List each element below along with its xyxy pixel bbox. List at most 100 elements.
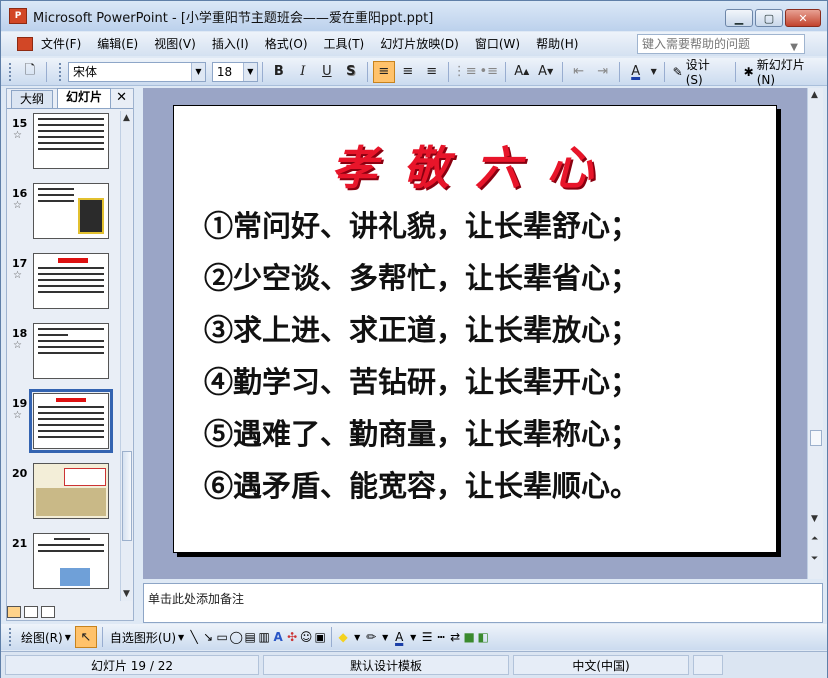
scrollbar-thumb[interactable] <box>810 430 822 446</box>
toolbar-grip[interactable] <box>9 628 15 646</box>
3d-style-icon[interactable]: ◧ <box>476 630 490 644</box>
line-color-icon[interactable]: ✏ <box>364 630 378 644</box>
slide-thumbnail[interactable] <box>33 323 109 379</box>
oval-icon[interactable]: ◯ <box>229 630 243 644</box>
design-template[interactable]: 默认设计模板 <box>263 655 509 675</box>
slide-thumbnail-row[interactable]: 17 ☆ <box>7 251 119 311</box>
scroll-down-icon[interactable]: ▼ <box>123 589 130 599</box>
normal-view-icon[interactable] <box>7 606 21 618</box>
align-center-icon[interactable]: ≡ <box>397 61 419 83</box>
font-color-icon[interactable]: A <box>625 61 647 83</box>
slides-pane-scrollbar[interactable]: ▲ ▼ <box>120 111 132 601</box>
previous-slide-icon[interactable]: ⏶ <box>811 534 818 544</box>
align-right-icon[interactable]: ≡ <box>421 61 443 83</box>
design-button[interactable]: ✎ 设计(S) <box>669 56 731 87</box>
powerpoint-app-icon[interactable]: P <box>9 8 27 24</box>
slide-thumbnail-row[interactable]: 20 <box>7 461 119 521</box>
chevron-down-icon[interactable]: ▼ <box>649 61 659 83</box>
tab-slides[interactable]: 幻灯片 <box>57 88 112 108</box>
draw-menu-button[interactable]: 绘图(R) ▼ <box>21 629 71 646</box>
document-icon[interactable] <box>17 37 33 51</box>
scroll-up-icon[interactable]: ▲ <box>123 113 130 123</box>
slide-thumbnail[interactable] <box>33 533 109 589</box>
increase-font-icon[interactable]: A ▲ <box>511 61 533 83</box>
menu-edit[interactable]: 编辑(E) <box>89 32 146 56</box>
autoshapes-button[interactable]: 自选图形(U) ▼ <box>110 629 184 646</box>
toolbar-grip[interactable] <box>58 62 65 81</box>
font-size-select[interactable]: 18 ▼ <box>211 61 258 82</box>
line-style-icon[interactable]: ☰ <box>420 630 434 644</box>
chevron-down-icon[interactable]: ▼ <box>242 62 257 81</box>
menu-file[interactable]: 文件(F) <box>33 32 89 56</box>
select-objects-icon[interactable]: ↖ <box>74 626 97 648</box>
next-slide-icon[interactable]: ⏷ <box>811 554 818 564</box>
clipart-icon[interactable]: ☺ <box>299 630 313 644</box>
maximize-button[interactable]: ▢ <box>755 9 783 27</box>
menu-slideshow[interactable]: 幻灯片放映(D) <box>372 32 467 56</box>
line-icon[interactable]: ╲ <box>187 630 201 644</box>
slide-thumbnail-selected[interactable] <box>29 389 113 453</box>
chevron-down-icon[interactable]: ▼ <box>378 630 392 644</box>
slide-body[interactable]: ①常问好、讲礼貌，让长辈舒心； ②少空谈、多帮忙，让长辈省心； ③求上进、求正道… <box>204 200 764 512</box>
menu-tools[interactable]: 工具(T) <box>316 32 373 56</box>
font-name-select[interactable]: 宋体 ▼ <box>67 61 206 82</box>
chevron-down-icon[interactable]: ▼ <box>790 39 798 57</box>
menu-insert[interactable]: 插入(I) <box>204 32 257 56</box>
italic-button[interactable]: I <box>292 61 314 83</box>
slide-thumbnail[interactable] <box>33 113 109 169</box>
align-left-icon[interactable]: ≡ <box>372 60 395 83</box>
slide-thumbnail-row[interactable]: 21 <box>7 531 119 591</box>
new-slide-button[interactable]: ✱ 新幻灯片(N) <box>740 56 827 87</box>
chevron-down-icon[interactable]: ▼ <box>190 62 205 81</box>
slide-thumbnail[interactable] <box>33 463 109 519</box>
diagram-icon[interactable]: ✣ <box>285 630 299 644</box>
arrow-icon[interactable]: ↘ <box>201 630 215 644</box>
close-icon[interactable]: ✕ <box>116 90 127 105</box>
chevron-down-icon[interactable]: ▼ <box>350 630 364 644</box>
font-color-icon[interactable]: A <box>392 630 406 644</box>
slide-title[interactable]: 孝敬六心 <box>174 132 776 198</box>
dash-style-icon[interactable]: ┅ <box>434 630 448 644</box>
current-slide[interactable]: 孝敬六心 ①常问好、讲礼貌，让长辈舒心； ②少空谈、多帮忙，让长辈省心； ③求上… <box>173 105 777 553</box>
chevron-down-icon[interactable]: ▼ <box>406 630 420 644</box>
tab-outline[interactable]: 大纲 <box>11 90 54 108</box>
slide-thumbnail-row[interactable]: 19 ☆ <box>7 389 119 453</box>
notes-pane[interactable]: 单击此处添加备注 <box>143 583 823 623</box>
picture-icon[interactable]: ▣ <box>313 630 327 644</box>
slide-thumbnail-row[interactable]: 16 ☆ <box>7 181 119 241</box>
slideshow-view-icon[interactable] <box>41 606 55 618</box>
shadow-button[interactable]: S <box>340 61 362 83</box>
fill-color-icon[interactable]: ◆ <box>336 630 350 644</box>
arrow-style-icon[interactable]: ⇄ <box>448 630 462 644</box>
slide-thumbnail-row[interactable]: 15 ☆ <box>7 111 119 171</box>
rectangle-icon[interactable]: ▭ <box>215 630 229 644</box>
shadow-style-icon[interactable]: ■ <box>462 630 476 644</box>
decrease-font-icon[interactable]: A ▼ <box>535 61 557 83</box>
underline-button[interactable]: U <box>316 61 338 83</box>
editor-scrollbar[interactable]: ▲ ▼ ⏶ ⏷ <box>807 88 823 579</box>
menu-format[interactable]: 格式(O) <box>257 32 316 56</box>
bold-button[interactable]: B <box>268 61 290 83</box>
slide-sorter-view-icon[interactable] <box>24 606 38 618</box>
minimize-button[interactable]: ▁ <box>725 9 753 27</box>
close-button[interactable]: ✕ <box>785 9 821 27</box>
decrease-indent-icon[interactable]: ⇤ <box>568 61 590 83</box>
slide-thumbnail[interactable] <box>33 253 109 309</box>
increase-indent-icon[interactable]: ⇥ <box>592 61 614 83</box>
slide-thumbnail-row[interactable]: 18 ☆ <box>7 321 119 381</box>
new-document-icon[interactable]: 🗋 <box>19 61 41 83</box>
scroll-down-icon[interactable]: ▼ <box>811 514 818 524</box>
slide-thumbnail[interactable] <box>33 183 109 239</box>
numbering-icon[interactable]: ⋮≡ <box>453 61 477 83</box>
toolbar-grip[interactable] <box>9 62 15 81</box>
menu-help[interactable]: 帮助(H) <box>528 32 586 56</box>
menu-window[interactable]: 窗口(W) <box>467 32 528 56</box>
menu-view[interactable]: 视图(V) <box>146 32 204 56</box>
vertical-textbox-icon[interactable]: ▥ <box>257 630 271 644</box>
scroll-up-icon[interactable]: ▲ <box>811 90 818 100</box>
bullets-icon[interactable]: •≡ <box>478 61 500 83</box>
wordart-icon[interactable]: A <box>271 630 285 644</box>
scrollbar-thumb[interactable] <box>122 451 132 541</box>
textbox-icon[interactable]: ▤ <box>243 630 257 644</box>
help-search-input[interactable]: 键入需要帮助的问题 ▼ <box>637 34 805 54</box>
